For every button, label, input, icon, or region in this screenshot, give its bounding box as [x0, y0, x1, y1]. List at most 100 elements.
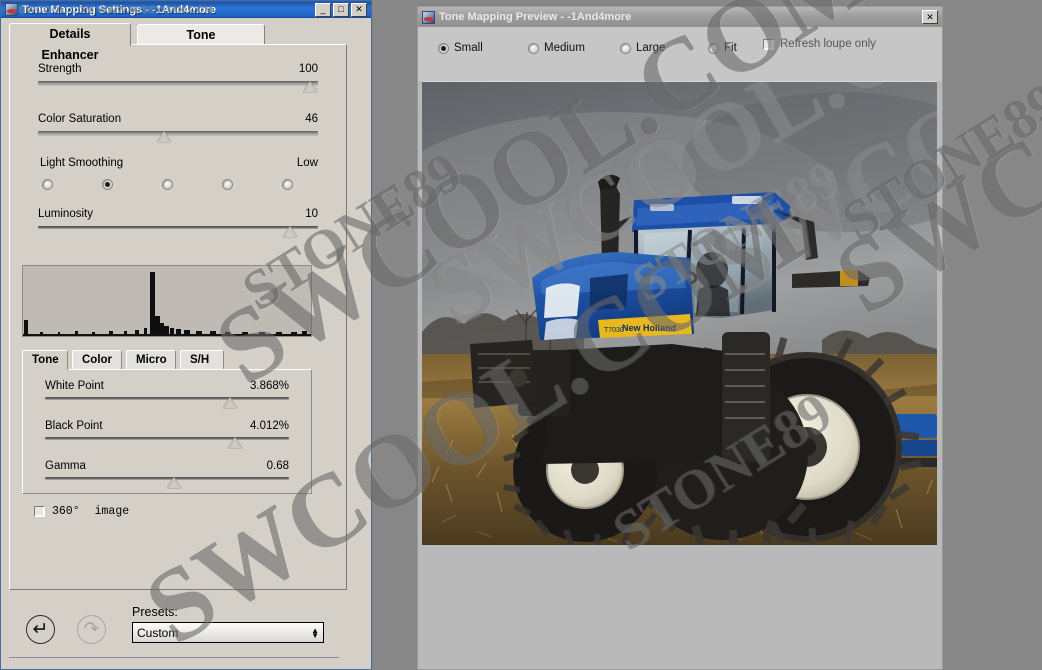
size-option-medium-label: Medium [544, 42, 585, 54]
histogram-bar [57, 332, 61, 334]
slider-group-black-point: Black Point 4.012% [23, 420, 311, 448]
refresh-loupe-row[interactable]: Refresh loupe only [763, 38, 876, 50]
tab-details-enhancer[interactable]: Details Enhancer [9, 23, 131, 62]
minimize-button[interactable]: _ [315, 2, 331, 17]
presets-dropdown[interactable]: Custom ▲ ▼ [132, 622, 324, 643]
histogram-bar [241, 332, 248, 334]
tractor-brand-text: New Holland [622, 323, 676, 333]
histogram-bar [210, 331, 216, 334]
size-option-fit-label: Fit [724, 42, 737, 54]
histogram-bar [109, 331, 113, 334]
settings-titlebar[interactable]: Tone Mapping Settings - -1And4more _ □ ✕ [1, 1, 371, 18]
color-saturation-slider-handle[interactable] [157, 131, 171, 142]
bottom-toolbar: ↵ ↷ Presets: Custom ▲ ▼ [9, 596, 347, 658]
black-point-label: Black Point [45, 420, 103, 432]
light-smoothing-radio-4[interactable] [282, 179, 293, 190]
histogram-bar [169, 328, 175, 334]
gamma-slider-track[interactable] [45, 477, 289, 488]
size-option-large[interactable]: Large [620, 42, 665, 54]
refresh-loupe-checkbox[interactable] [763, 38, 774, 50]
histogram-bar [40, 332, 44, 334]
image-360-degrees-label: 360° [52, 505, 80, 518]
black-point-slider-handle[interactable] [228, 437, 243, 448]
histogram-bar [74, 331, 79, 334]
histogram-bar [184, 330, 191, 334]
histogram-display [22, 265, 312, 337]
histogram-bar [150, 272, 155, 334]
light-smoothing-right-label: Low [296, 157, 318, 169]
histogram-bar [175, 329, 182, 334]
window-controls: _ □ ✕ [315, 2, 369, 17]
gamma-value: 0.68 [266, 460, 289, 472]
presets-selected-value: Custom [137, 625, 179, 640]
tone-sub-panel: White Point 3.868% Black Point 4.012% Ga… [22, 369, 312, 494]
slider-group-luminosity: Luminosity 10 [10, 208, 346, 237]
radio-small-icon[interactable] [438, 42, 449, 54]
color-saturation-value: 46 [305, 113, 318, 125]
gamma-slider-handle[interactable] [167, 477, 182, 488]
image-360-row: 360° image [34, 505, 129, 518]
presets-label: Presets: [132, 605, 178, 619]
tractor-photo: New Holland T7030 [422, 82, 937, 545]
histogram-bar [259, 332, 265, 334]
white-point-slider-track[interactable] [45, 397, 289, 408]
radio-fit-icon[interactable] [708, 42, 719, 54]
white-point-slider-handle[interactable] [223, 397, 238, 408]
light-smoothing-radio-1[interactable] [102, 179, 113, 190]
luminosity-slider-handle[interactable] [283, 226, 297, 237]
slider-group-white-point: White Point 3.868% [23, 380, 311, 408]
histogram-bar [290, 332, 297, 334]
histogram-baseline [23, 334, 311, 336]
tractor-hood: New Holland T7030 [532, 252, 694, 340]
histogram-bar [195, 331, 202, 334]
size-option-small-label: Small [454, 42, 483, 54]
luminosity-slider-track[interactable] [38, 226, 318, 237]
light-smoothing-radio-3[interactable] [222, 179, 233, 190]
presets-spinner-icon[interactable]: ▲ ▼ [311, 626, 319, 639]
light-smoothing-radio-2[interactable] [162, 179, 173, 190]
radio-medium-icon[interactable] [528, 42, 539, 54]
strength-slider-handle[interactable] [302, 81, 317, 92]
svg-text:T7030: T7030 [604, 327, 624, 334]
preview-toolbar: Small Medium Large Fit Refresh loupe onl… [418, 27, 942, 81]
radio-large-icon[interactable] [620, 42, 631, 54]
gamma-label: Gamma [45, 460, 86, 472]
slider-group-color-saturation: Color Saturation 46 [10, 113, 346, 142]
size-option-medium[interactable]: Medium [528, 42, 585, 54]
app-icon [5, 3, 18, 16]
redo-button: ↷ [77, 615, 106, 644]
settings-window-title: Tone Mapping Settings - -1And4more [22, 3, 217, 16]
strength-value: 100 [298, 63, 318, 75]
light-smoothing-label: Light Smoothing [40, 157, 124, 169]
image-360-checkbox[interactable] [34, 506, 45, 517]
size-option-small[interactable]: Small [438, 42, 483, 54]
tone-mapping-settings-window: Tone Mapping Settings - -1And4more _ □ ✕… [0, 0, 372, 670]
black-point-slider-track[interactable] [45, 437, 289, 448]
luminosity-label: Luminosity [38, 208, 93, 220]
histogram-bar [224, 332, 231, 334]
main-tab-bar: Details Enhancer Tone Compressor [9, 23, 365, 63]
subtab-micro[interactable]: Micro [126, 350, 176, 370]
light-smoothing-radio-0[interactable] [42, 179, 53, 190]
details-enhancer-panel: Strength 100 Color Saturation 46 Light S… [9, 44, 347, 590]
refresh-loupe-label: Refresh loupe only [780, 38, 876, 50]
histogram-bar [92, 332, 95, 334]
color-saturation-slider-track[interactable] [38, 131, 318, 142]
maximize-button[interactable]: □ [333, 2, 349, 17]
undo-button[interactable]: ↵ [26, 615, 55, 644]
tab-tone-compressor[interactable]: Tone Compressor [137, 24, 265, 63]
preview-window-controls: ✕ [922, 10, 940, 24]
preview-close-button[interactable]: ✕ [922, 10, 938, 24]
histogram-bar [302, 331, 307, 334]
histogram-bar [143, 328, 148, 334]
preview-image[interactable]: New Holland T7030 SWCOOL.COM SWCOOL.COM … [422, 81, 937, 545]
close-button[interactable]: ✕ [351, 2, 367, 17]
light-smoothing-group: Light Smoothing Low [10, 157, 346, 190]
subtab-tone[interactable]: Tone [22, 350, 68, 370]
histogram-bar [164, 326, 169, 334]
preview-titlebar[interactable]: Tone Mapping Preview - -1And4more ✕ [418, 7, 942, 27]
size-option-fit[interactable]: Fit [708, 42, 737, 54]
subtab-sh[interactable]: S/H [180, 350, 224, 370]
subtab-color[interactable]: Color [72, 350, 122, 370]
strength-slider-track[interactable] [38, 81, 318, 92]
